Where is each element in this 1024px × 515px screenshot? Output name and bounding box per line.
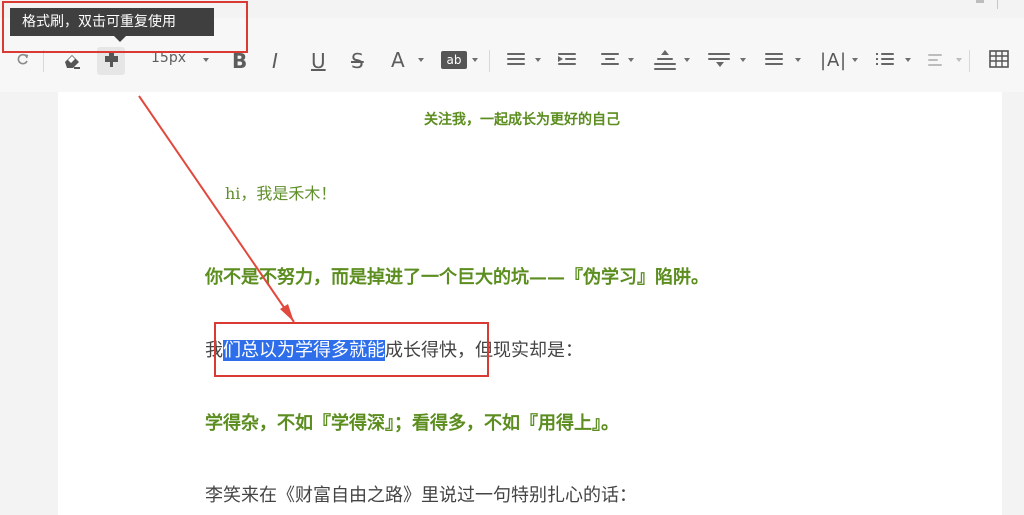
tooltip-annotation-box: [2, 1, 248, 53]
italic-button[interactable]: I: [272, 49, 278, 73]
chevron-down-icon: [740, 58, 746, 62]
underline-label: U: [311, 49, 326, 73]
paragraph-line: 李笑来在《财富自由之路》里说过一句特别扎心的话：: [205, 485, 637, 506]
chevron-down-icon: [628, 58, 634, 62]
chevron-down-icon: [535, 58, 541, 62]
chevron-down-icon: [956, 58, 962, 62]
undo-icon[interactable]: [16, 52, 30, 66]
bulleted-list-icon[interactable]: [876, 52, 896, 68]
font-size-selector[interactable]: 15px: [151, 50, 207, 70]
toolbar-divider: [43, 50, 44, 72]
italic-label: I: [272, 49, 278, 73]
chevron-down-icon: [418, 58, 424, 62]
paragraph-spacing-icon[interactable]: [708, 51, 732, 69]
format-painter-icon: [105, 53, 118, 67]
strikethrough-button[interactable]: S: [351, 49, 364, 73]
line-height-icon[interactable]: [653, 50, 677, 70]
table-icon[interactable]: [989, 50, 1009, 68]
font-color-button[interactable]: A: [391, 48, 405, 72]
chevron-down-icon: [905, 58, 911, 62]
chevron-down-icon: [684, 58, 690, 62]
highlight-label: ab: [446, 53, 462, 67]
top-mark: [976, 0, 984, 3]
list-icon[interactable]: [765, 52, 785, 68]
paragraph-line: 学得杂，不如『学得深』；看得多，不如『用得上』。: [205, 413, 619, 434]
toolbar-divider: [489, 50, 490, 72]
indent-icon[interactable]: [558, 52, 580, 68]
paragraph-line: 你不是不努力，而是掉进了一个巨大的坑——『伪学习』陷阱。: [205, 267, 709, 288]
greeting-text: hi，我是禾木！: [225, 184, 337, 203]
chevron-down-icon: [852, 58, 858, 62]
chevron-down-icon: [203, 58, 209, 62]
align-left-icon[interactable]: [507, 52, 527, 68]
font-color-label: A: [391, 48, 405, 72]
more-icon[interactable]: [928, 53, 946, 67]
chevron-down-icon: [795, 58, 801, 62]
eraser-icon[interactable]: [60, 50, 84, 70]
header-text: 关注我，一起成长为更好的自己: [424, 112, 620, 128]
underline-button[interactable]: U: [311, 49, 326, 73]
chevron-down-icon: [472, 58, 478, 62]
document-page[interactable]: [58, 92, 1002, 515]
selection-annotation-box: [214, 322, 489, 377]
letter-spacing-icon[interactable]: | A |: [820, 50, 846, 71]
top-divider: [997, 0, 998, 9]
toolbar-divider: [969, 50, 970, 72]
align-center-icon[interactable]: [601, 52, 621, 68]
strikethrough-label: S: [351, 49, 364, 73]
highlight-button[interactable]: ab: [441, 51, 467, 69]
